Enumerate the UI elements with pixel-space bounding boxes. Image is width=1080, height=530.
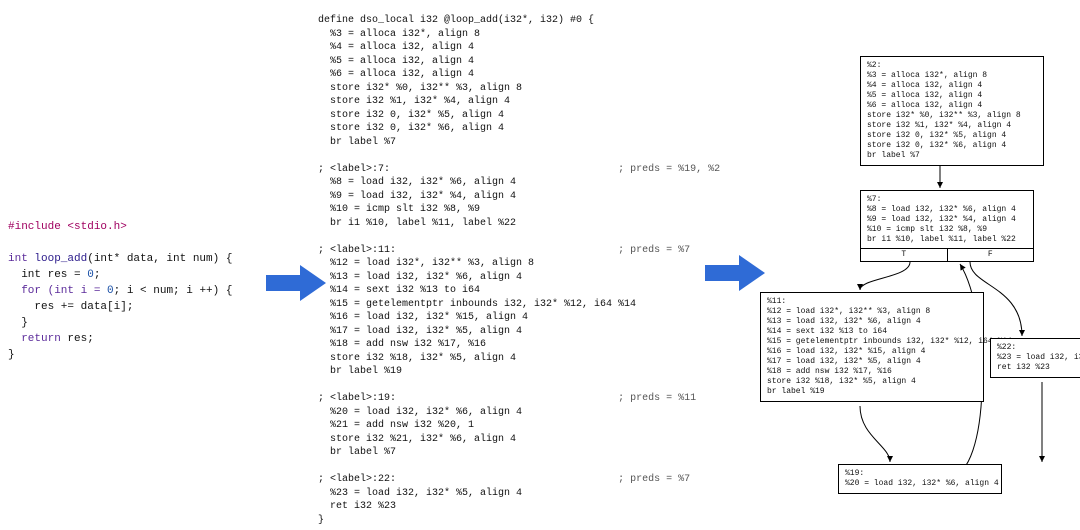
ir-b7-1: %9 = load i32, i32* %4, align 4 [318, 191, 516, 202]
cfg-node-2-body: %3 = alloca i32*, align 8 %4 = alloca i3… [867, 71, 1037, 161]
ir-entry-7: store i32 0, i32* %6, align 4 [318, 123, 504, 134]
cfg-panel: %2: %3 = alloca i32*, align 8 %4 = alloc… [760, 56, 1080, 526]
cfg-node-19: %19: %20 = load i32, i32* %6, align 4 [838, 464, 1002, 494]
c-for-rest: ; i < num; i ++) { [114, 285, 233, 297]
ir-lbl22-pred: ; preds = %7 [618, 474, 690, 485]
c-brace2: } [8, 349, 15, 361]
c-params: (int* data, int num) { [87, 253, 232, 265]
ir-head: define dso_local i32 @loop_add(i32*, i32… [318, 15, 594, 26]
ir-lbl11-pred: ; preds = %7 [618, 245, 690, 256]
ir-lbl22: ; <label>:22: [318, 474, 396, 485]
ir-b7-3: br i1 %10, label %11, label %22 [318, 218, 516, 229]
c-body: res += data[i]; [8, 301, 133, 313]
c-res-a: int res = [8, 269, 87, 281]
ir-b11-7: store i32 %18, i32* %5, align 4 [318, 353, 516, 364]
c-code-block: #include <stdio.h> int loop_add(int* dat… [8, 220, 278, 363]
cfg-node-19-label: %19: [845, 469, 995, 479]
ir-b11-1: %13 = load i32, i32* %6, align 4 [318, 272, 522, 283]
arrow-icon [705, 253, 765, 293]
cfg-node-2-label: %2: [867, 61, 1037, 71]
c-ret-type: int [8, 253, 34, 265]
c-source-panel: #include <stdio.h> int loop_add(int* dat… [8, 220, 278, 363]
ir-lbl11: ; <label>:11: [318, 245, 396, 256]
llvm-ir-panel: define dso_local i32 @loop_add(i32*, i32… [318, 14, 698, 527]
ir-b11-5: %17 = load i32, i32* %5, align 4 [318, 326, 522, 337]
cfg-node-22: %22: %23 = load i32, i32* %5, align 4 re… [990, 338, 1080, 378]
ir-entry-2: %5 = alloca i32, align 4 [318, 56, 474, 67]
ir-b7-2: %10 = icmp slt i32 %8, %9 [318, 204, 480, 215]
ir-entry-3: %6 = alloca i32, align 4 [318, 69, 474, 80]
ir-code-block: define dso_local i32 @loop_add(i32*, i32… [318, 14, 698, 527]
ir-b19-2: store i32 %21, i32* %6, align 4 [318, 434, 516, 445]
ir-close: } [318, 515, 324, 526]
c-include: #include <stdio.h> [8, 221, 127, 233]
arrow-icon [266, 263, 326, 303]
c-res-zero: 0 [87, 269, 94, 281]
cfg-tf-true: T [861, 249, 948, 261]
ir-entry-4: store i32* %0, i32** %3, align 8 [318, 83, 522, 94]
c-return-kw: return [8, 333, 61, 345]
ir-b11-0: %12 = load i32*, i32** %3, align 8 [318, 258, 534, 269]
ir-b19-3: br label %7 [318, 447, 396, 458]
cfg-node-11-label: %11: [767, 297, 977, 307]
c-res-semi: ; [94, 269, 101, 281]
cfg-node-7-body: %8 = load i32, i32* %6, align 4 %9 = loa… [867, 205, 1027, 245]
c-for-zero: 0 [107, 285, 114, 297]
ir-b22-0: %23 = load i32, i32* %5, align 4 [318, 488, 522, 499]
cfg-node-7-label: %7: [867, 195, 1027, 205]
cfg-node-22-label: %22: [997, 343, 1080, 353]
cfg-node-22-body: %23 = load i32, i32* %5, align 4 ret i32… [997, 353, 1080, 373]
cfg-node-2: %2: %3 = alloca i32*, align 8 %4 = alloc… [860, 56, 1044, 166]
ir-b7-0: %8 = load i32, i32* %6, align 4 [318, 177, 516, 188]
ir-b11-2: %14 = sext i32 %13 to i64 [318, 285, 480, 296]
c-return-val: res; [61, 333, 94, 345]
cfg-node-11: %11: %12 = load i32*, i32** %3, align 8 … [760, 292, 984, 402]
ir-entry-5: store i32 %1, i32* %4, align 4 [318, 96, 510, 107]
ir-lbl19-pred: ; preds = %11 [618, 393, 696, 404]
ir-b19-0: %20 = load i32, i32* %6, align 4 [318, 407, 522, 418]
ir-lbl7-pred: ; preds = %19, %2 [618, 164, 720, 175]
ir-b11-8: br label %19 [318, 366, 402, 377]
ir-b22-1: ret i32 %23 [318, 501, 396, 512]
cfg-node-7: %7: %8 = load i32, i32* %6, align 4 %9 =… [860, 190, 1034, 262]
ir-entry-8: br label %7 [318, 137, 396, 148]
cfg-node-11-body: %12 = load i32*, i32** %3, align 8 %13 =… [767, 307, 977, 397]
ir-entry-6: store i32 0, i32* %5, align 4 [318, 110, 504, 121]
ir-entry-1: %4 = alloca i32, align 4 [318, 42, 474, 53]
cfg-tf-false: F [948, 249, 1034, 261]
ir-entry-0: %3 = alloca i32*, align 8 [318, 29, 480, 40]
cfg-node-19-body: %20 = load i32, i32* %6, align 4 [845, 479, 995, 489]
c-brace1: } [8, 317, 28, 329]
ir-b11-3: %15 = getelementptr inbounds i32, i32* %… [318, 299, 636, 310]
ir-b19-1: %21 = add nsw i32 %20, 1 [318, 420, 474, 431]
cfg-node-7-tf: T F [861, 248, 1033, 261]
ir-lbl7: ; <label>:7: [318, 164, 390, 175]
c-for-a: for (int i = [8, 285, 107, 297]
ir-lbl19: ; <label>:19: [318, 393, 396, 404]
ir-b11-6: %18 = add nsw i32 %17, %16 [318, 339, 486, 350]
ir-b11-4: %16 = load i32, i32* %15, align 4 [318, 312, 528, 323]
c-fn-name: loop_add [34, 253, 87, 265]
